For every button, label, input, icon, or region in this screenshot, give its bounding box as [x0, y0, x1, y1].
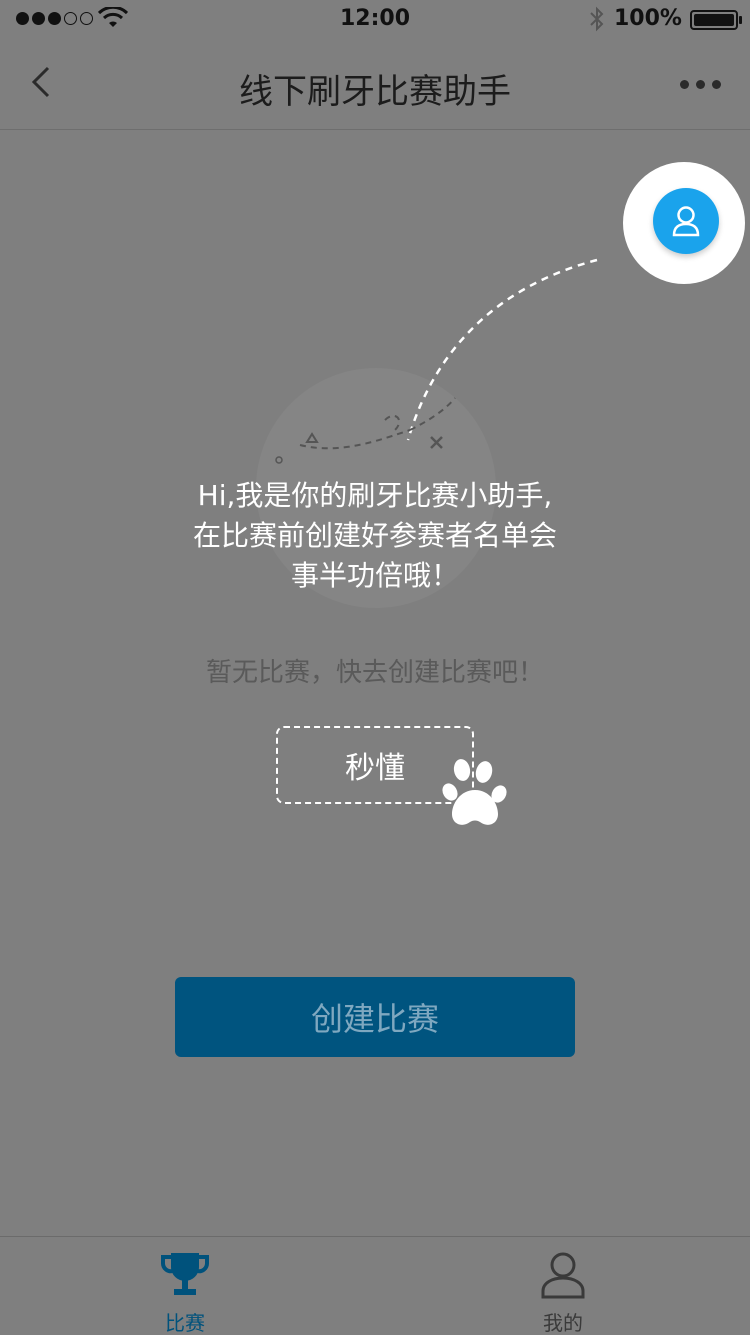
- battery-icon: [690, 10, 742, 30]
- tab-mine-label: 我的: [543, 1311, 583, 1335]
- tab-matches[interactable]: 比赛: [110, 1237, 260, 1335]
- guide-message-line-1: Hi,我是你的刷牙比赛小助手,: [197, 479, 553, 512]
- bluetooth-icon: [590, 6, 604, 32]
- user-icon: [541, 1252, 585, 1299]
- page-title: 线下刷牙比赛助手: [239, 72, 511, 112]
- tab-bar: 比赛 我的: [0, 1236, 750, 1335]
- tab-mine[interactable]: 我的: [488, 1237, 638, 1335]
- more-options-icon[interactable]: [680, 80, 721, 89]
- trophy-icon: [161, 1253, 209, 1295]
- status-bar: 12:00 100%: [0, 0, 750, 40]
- navigation-bar: 线下刷牙比赛助手: [0, 40, 750, 130]
- empty-state-text: 暂无比赛，快去创建比赛吧！: [205, 658, 544, 688]
- guide-message-line-2: 在比赛前创建好参赛者名单会: [192, 519, 557, 552]
- paw-icon: [442, 759, 507, 825]
- guide-message: Hi,我是你的刷牙比赛小助手, 在比赛前创建好参赛者名单会 事半功倍哦！: [0, 476, 750, 596]
- battery-percentage: 100%: [614, 6, 682, 31]
- guide-message-line-3: 事半功倍哦！: [290, 559, 459, 592]
- person-icon: [672, 206, 700, 237]
- tab-matches-label: 比赛: [165, 1311, 205, 1335]
- create-match-button[interactable]: 创建比赛: [175, 977, 575, 1057]
- profile-avatar-button[interactable]: [653, 188, 719, 254]
